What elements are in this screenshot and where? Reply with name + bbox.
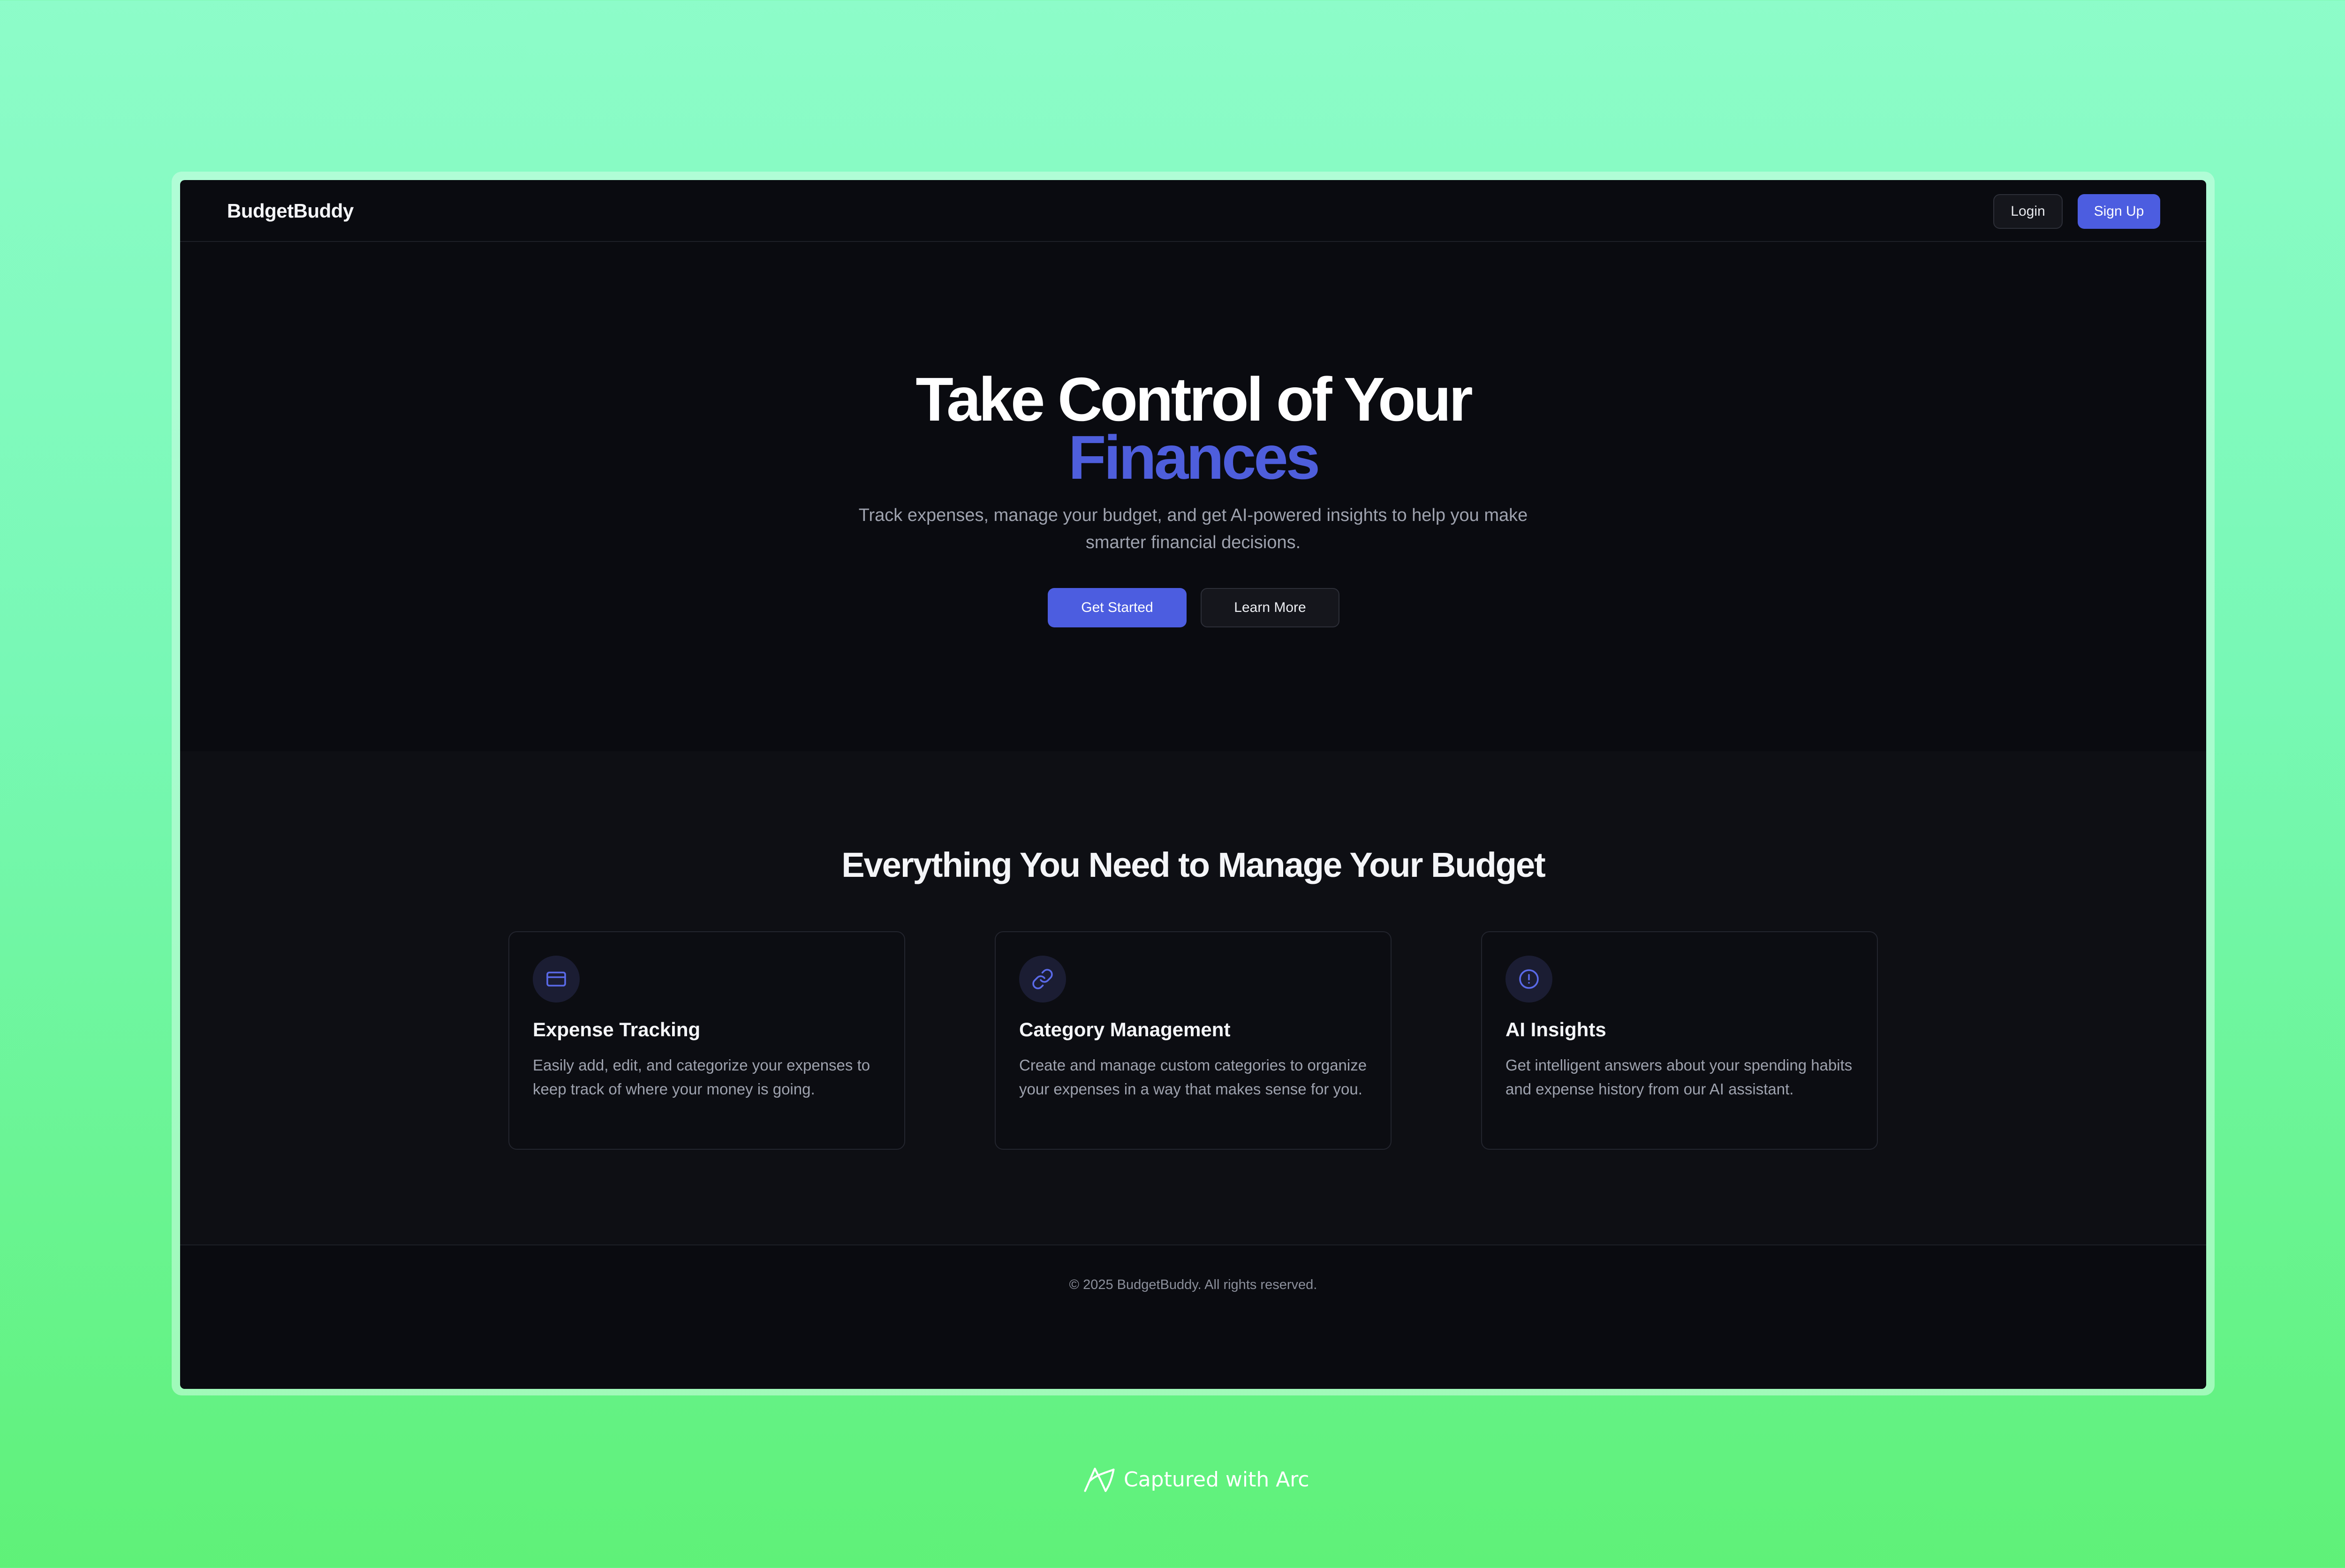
learn-more-button[interactable]: Learn More	[1201, 588, 1339, 627]
hero-subtitle: Track expenses, manage your budget, and …	[858, 505, 1528, 552]
link-icon	[1019, 956, 1066, 1003]
feature-card-category-management: Category Management Create and manage cu…	[995, 931, 1392, 1150]
feature-card-expense-tracking: Expense Tracking Easily add, edit, and c…	[508, 931, 905, 1150]
capture-badge: Captured with Arc	[1082, 1462, 1309, 1497]
footer: © 2025 BudgetBuddy. All rights reserved.	[180, 1244, 2206, 1389]
feature-card-description: Easily add, edit, and categorize your ex…	[533, 1056, 870, 1098]
credit-card-icon	[533, 956, 580, 1003]
navbar: BudgetBuddy Login Sign Up	[180, 180, 2206, 242]
alert-circle-icon	[1505, 956, 1552, 1003]
hero-title-highlight: Finances	[1068, 423, 1320, 492]
capture-label: Captured with Arc	[1124, 1467, 1309, 1492]
features-title: Everything You Need to Manage Your Budge…	[841, 845, 1546, 884]
page-viewport: BudgetBuddy Login Sign Up Take Control o…	[180, 180, 2206, 1389]
feature-card-ai-insights: AI Insights Get intelligent answers abou…	[1481, 931, 1878, 1150]
signup-button[interactable]: Sign Up	[2078, 194, 2160, 229]
feature-card-description: Get intelligent answers about your spend…	[1505, 1056, 1853, 1098]
features-section: Everything You Need to Manage Your Budge…	[180, 751, 2206, 1244]
copyright-text: © 2025 BudgetBuddy. All rights reserved.	[1069, 1277, 1317, 1292]
feature-card-title: Expense Tracking	[533, 1018, 701, 1040]
feature-card-description: Create and manage custom categories to o…	[1019, 1056, 1367, 1098]
feature-card-title: AI Insights	[1505, 1018, 1606, 1040]
get-started-button[interactable]: Get Started	[1048, 588, 1187, 627]
login-button[interactable]: Login	[1993, 194, 2063, 229]
hero-title: Take Control of Your	[915, 365, 1473, 434]
feature-card-title: Category Management	[1019, 1018, 1231, 1040]
arc-logo-icon	[1084, 1468, 1115, 1492]
brand-logo[interactable]: BudgetBuddy	[227, 200, 354, 222]
